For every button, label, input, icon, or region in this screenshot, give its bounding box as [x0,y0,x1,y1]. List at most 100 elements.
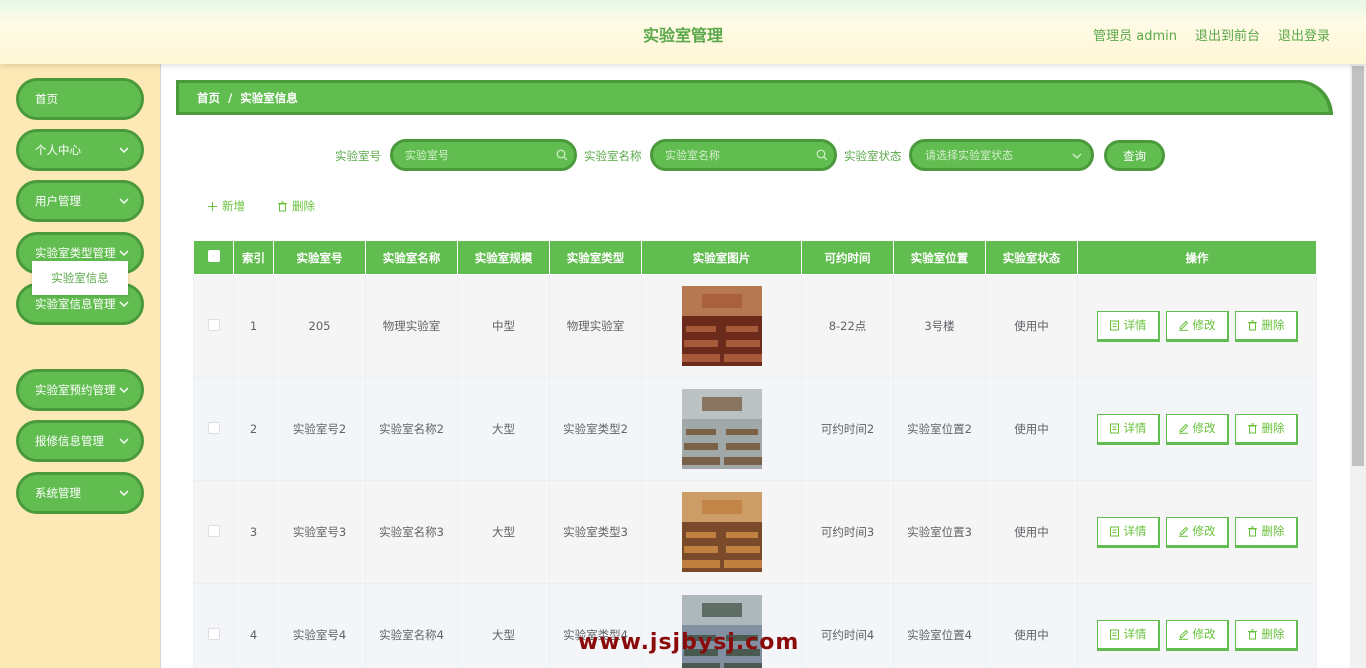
breadcrumb-home[interactable]: 首页 [197,90,220,106]
cell-lab-scale: 大型 [457,480,550,584]
sidebar-item[interactable]: 实验室预约管理 [16,369,144,411]
column-header: 实验室名称 [365,240,458,275]
lab-info-table: 索引 实验室号 实验室名称 实验室规模 实验室类型 实验室图片 可约时间 实验室… [193,240,1317,668]
add-button[interactable]: 新增 [207,198,245,214]
sidebar-item[interactable]: 个人中心 [16,129,144,171]
cell-lab-type: 实验室类型4 [549,583,642,668]
batch-delete-button[interactable]: 删除 [277,198,315,214]
lab-photo[interactable] [681,286,762,366]
row-checkbox[interactable] [207,421,220,434]
edit-button[interactable]: 修改 [1165,516,1229,548]
cell-index: 2 [233,377,274,481]
row-select-cell[interactable] [193,377,234,481]
logout-link[interactable]: 退出登录 [1278,25,1330,44]
edit-button-label: 修改 [1192,524,1216,538]
breadcrumb: 首页 / 实验室信息 [176,80,1333,115]
search-icon [816,149,828,161]
detail-button[interactable]: 详情 [1096,516,1160,548]
vertical-scrollbar[interactable] [1350,64,1366,668]
detail-button-label: 详情 [1123,524,1147,538]
detail-button-label: 详情 [1123,627,1147,641]
cell-index: 4 [233,583,274,668]
breadcrumb-separator: / [228,90,233,105]
row-select-cell[interactable] [193,274,234,378]
cell-lab-image [641,274,802,378]
sidebar-item-label: 系统管理 [35,486,81,500]
cell-lab-image [641,480,802,584]
cell-lab-name: 实验室名称4 [365,583,458,668]
column-header: 索引 [233,240,274,275]
cell-operations: 详情 修改 删除 [1077,377,1317,481]
submenu-item-lab-info[interactable]: 实验室信息 [32,261,128,295]
detail-button-label: 详情 [1123,421,1147,435]
detail-button[interactable]: 详情 [1096,310,1160,342]
edit-button[interactable]: 修改 [1165,413,1229,445]
top-header: 实验室管理 管理员 admin 退出到前台 退出登录 [0,0,1366,64]
sidebar-item[interactable]: 报修信息管理 [16,420,144,462]
chevron-down-icon [119,301,129,307]
delete-button-label: 删除 [1261,627,1285,641]
trash-icon [1247,629,1257,639]
trash-icon [278,201,287,211]
table-row: 2 实验室号2 实验室名称2 大型 实验室类型2 可约时间2 实验室位置2 使用中 详情 修改 删除 [193,377,1317,481]
lab-name-input[interactable] [650,139,837,171]
cell-available-time: 8-22点 [801,274,894,378]
query-button[interactable]: 查询 [1104,140,1165,171]
lab-no-label: 实验室号 [335,149,381,163]
chevron-down-icon [119,387,129,393]
chevron-down-icon [1072,153,1082,159]
cell-available-time: 可约时间3 [801,480,894,584]
cell-location: 实验室位置3 [893,480,986,584]
lab-photo[interactable] [681,492,762,572]
column-header: 实验室规模 [457,240,550,275]
column-header: 可约时间 [801,240,894,275]
edit-button[interactable]: 修改 [1165,310,1229,342]
lab-no-input[interactable] [390,139,577,171]
trash-icon [1247,320,1257,330]
cell-lab-name: 物理实验室 [365,274,458,378]
document-icon [1109,629,1119,639]
admin-user-label: 管理员 admin [1093,29,1177,44]
detail-button[interactable]: 详情 [1096,413,1160,445]
back-to-front-link[interactable]: 退出到前台 [1195,25,1260,44]
chevron-down-icon [119,490,129,496]
lab-status-placeholder: 请选择实验室状态 [925,149,1013,162]
sidebar-item-label: 报修信息管理 [35,434,104,448]
add-button-label: 新增 [222,199,245,213]
delete-button-label: 删除 [1261,318,1285,332]
cell-lab-image [641,377,802,481]
delete-button[interactable]: 删除 [1234,413,1298,445]
row-checkbox[interactable] [207,627,220,640]
breadcrumb-current: 实验室信息 [240,90,298,105]
header-select-all[interactable] [193,240,234,275]
row-checkbox[interactable] [207,524,220,537]
trash-icon [1247,526,1257,536]
sidebar-item-label: 个人中心 [35,143,81,157]
cell-status: 使用中 [985,583,1078,668]
cell-lab-scale: 大型 [457,377,550,481]
sidebar-item[interactable]: 系统管理 [16,472,144,514]
table-body: 1 205 物理实验室 中型 物理实验室 8-22点 3号楼 使用中 详情 修改 删除 2 实验室号2 实… [193,274,1317,668]
scrollbar-thumb[interactable] [1352,66,1364,466]
lab-photo[interactable] [681,389,762,469]
sidebar-item[interactable]: 用户管理 [16,180,144,222]
detail-button[interactable]: 详情 [1096,619,1160,651]
delete-button[interactable]: 删除 [1234,619,1298,651]
search-icon [556,149,568,161]
row-select-cell[interactable] [193,480,234,584]
edit-button[interactable]: 修改 [1165,619,1229,651]
header-links: 管理员 admin 退出到前台 退出登录 [1093,25,1330,44]
delete-button[interactable]: 删除 [1234,516,1298,548]
cell-lab-name: 实验室名称2 [365,377,458,481]
select-all-checkbox[interactable] [207,250,220,262]
chevron-down-icon [119,147,129,153]
pencil-icon [1178,526,1188,537]
delete-button[interactable]: 删除 [1234,310,1298,342]
lab-status-select[interactable]: 请选择实验室状态 [909,139,1094,171]
cell-index: 3 [233,480,274,584]
cell-lab-image [641,583,802,668]
cell-operations: 详情 修改 删除 [1077,583,1317,668]
row-select-cell[interactable] [193,583,234,668]
row-checkbox[interactable] [207,318,220,331]
sidebar-item[interactable]: 首页 [16,78,144,120]
